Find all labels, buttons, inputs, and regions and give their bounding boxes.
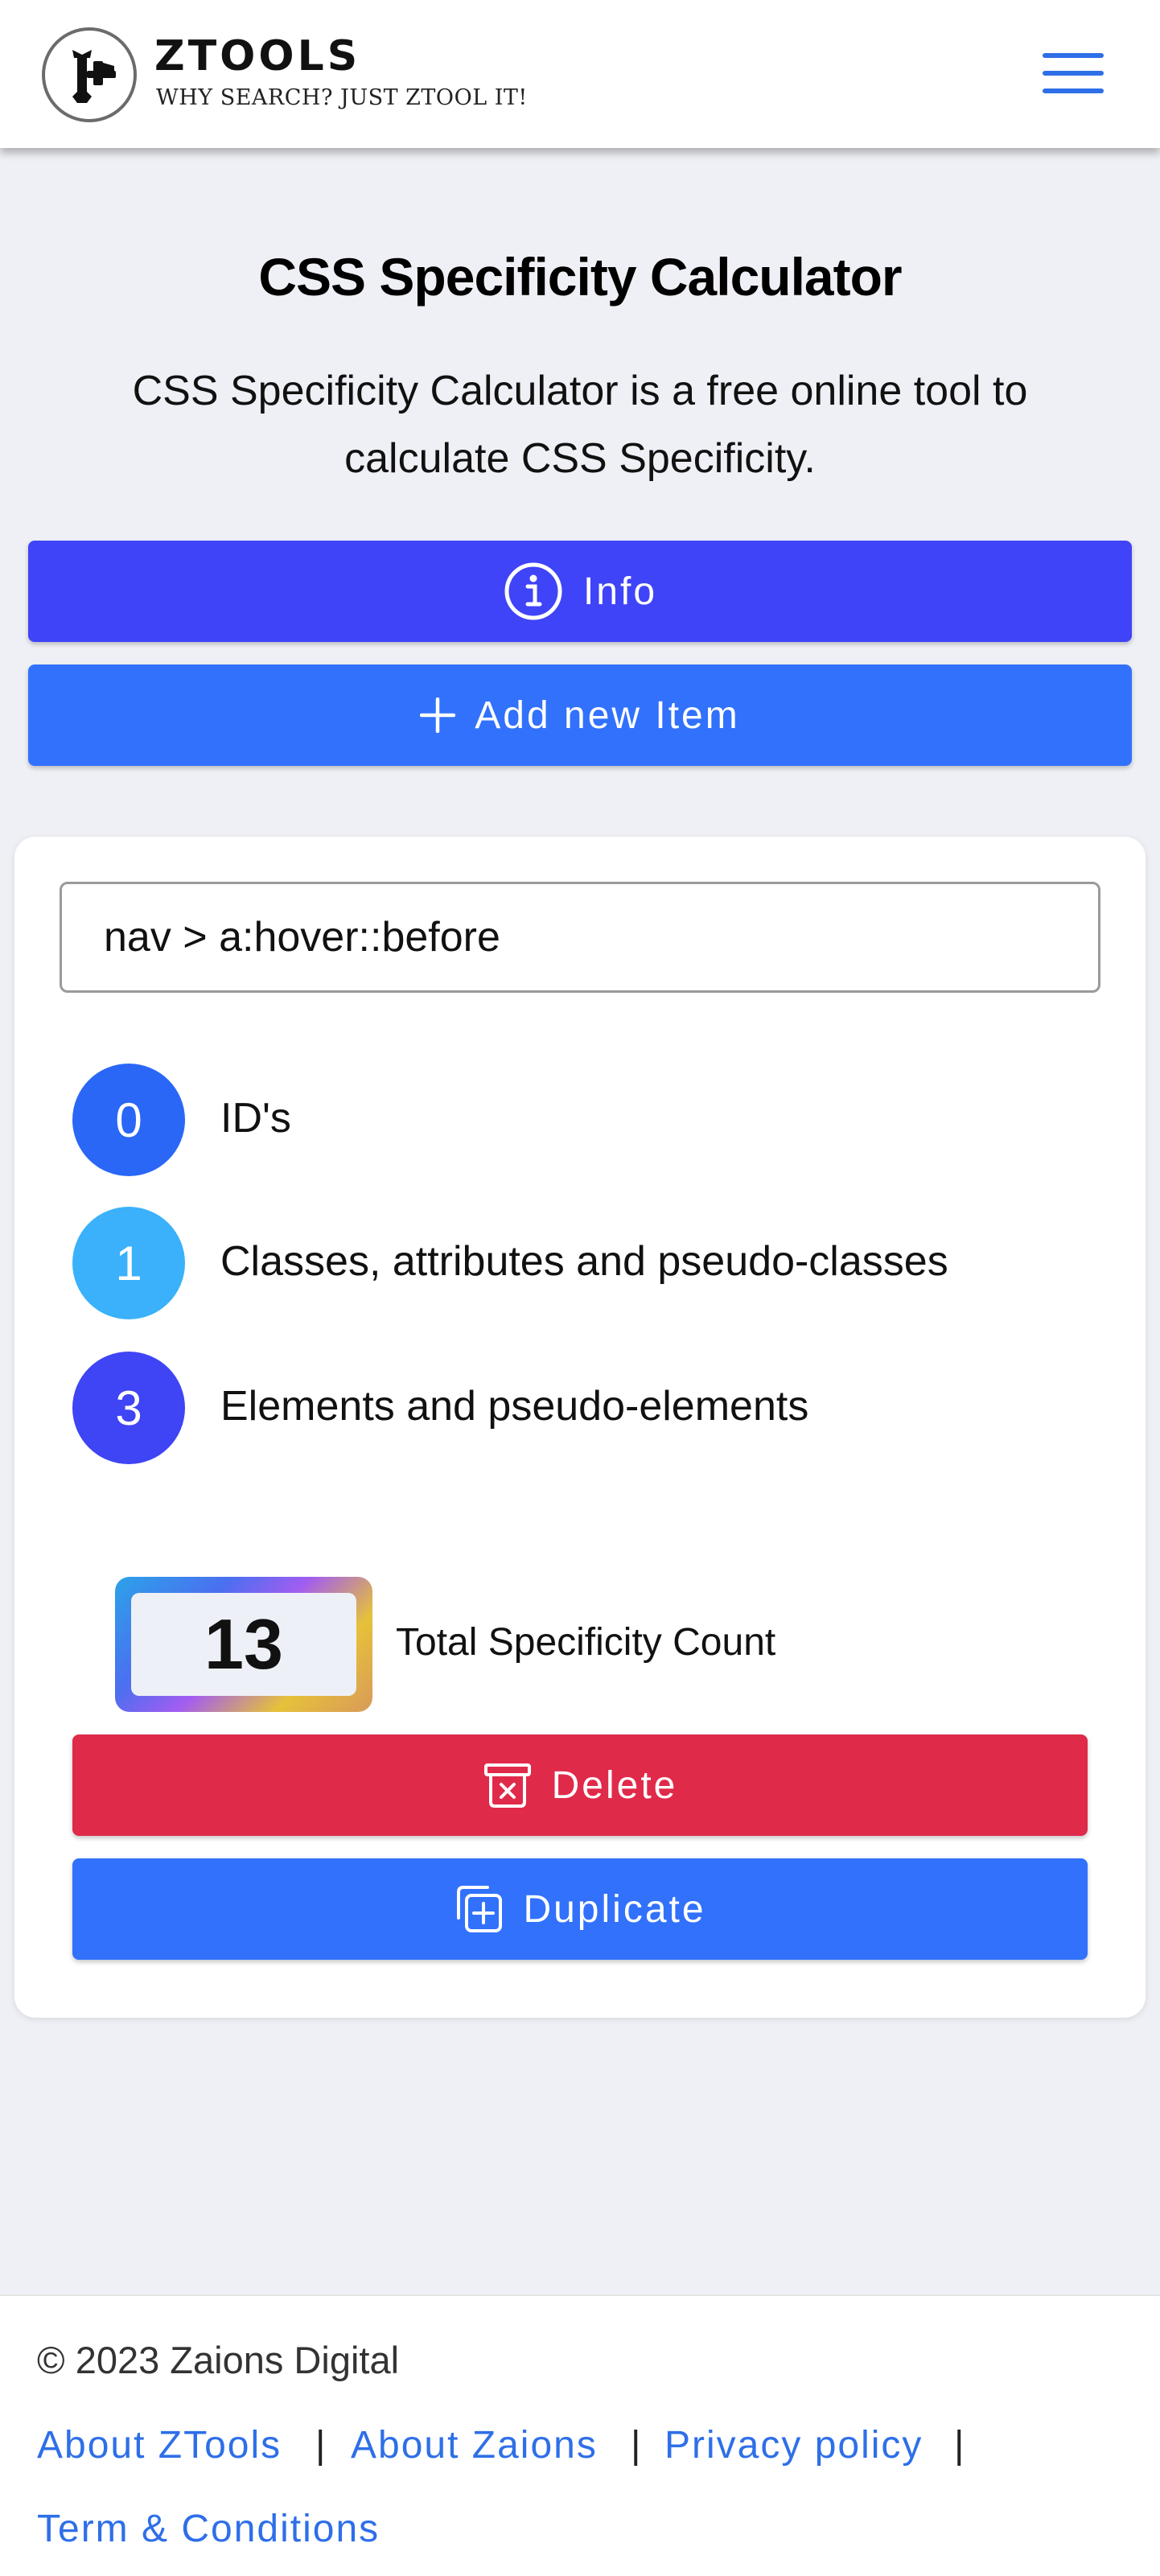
footer-separator: | [954,2424,965,2467]
hammer-wrench-icon [72,50,116,103]
add-new-item-button[interactable]: Add new Item [28,665,1132,766]
total-specificity-label: Total Specificity Count [396,1621,776,1664]
brand-tagline: WHY SEARCH? JUST ZTOOL IT! [156,85,528,110]
total-specificity-box: 13 [115,1577,372,1712]
copy-plus-icon [454,1884,504,1934]
id-count-badge: 0 [72,1064,185,1176]
duplicate-button[interactable]: Duplicate [72,1858,1088,1960]
logo[interactable] [42,27,137,122]
footer-link-privacy-policy[interactable]: Privacy policy [664,2423,923,2467]
footer-link-about-zaions[interactable]: About Zaions [351,2423,598,2467]
total-specificity-value: 13 [131,1593,356,1696]
footer-separator: | [315,2424,326,2467]
footer-link-terms[interactable]: Term & Conditions [37,2507,380,2551]
element-count-badge: 3 [72,1352,185,1464]
info-button[interactable]: Info [28,541,1132,642]
brand-name[interactable]: ZTOOLS [154,32,360,80]
selector-input[interactable] [60,882,1100,993]
duplicate-button-label: Duplicate [523,1887,706,1931]
page-description: CSS Specificity Calculator is a free onl… [132,368,1028,482]
copyright-text: © 2023 Zaions Digital [37,2339,400,2381]
delete-button[interactable]: Delete [72,1734,1088,1836]
specificity-row-ids: 0 ID's [72,1064,1086,1176]
add-new-item-label: Add new Item [475,693,740,737]
delete-button-label: Delete [551,1763,678,1807]
info-circle-icon [503,561,564,622]
class-count-badge: 1 [72,1207,185,1319]
footer-link-about-ztools[interactable]: About ZTools [37,2423,282,2467]
site-header: ZTOOLS WHY SEARCH? JUST ZTOOL IT! [0,0,1160,148]
footer-separator: | [631,2424,641,2467]
element-count-label: Elements and pseudo-elements [220,1383,809,1430]
specificity-row-classes: 1 Classes, attributes and pseudo-classes [72,1207,1086,1319]
class-count-label: Classes, attributes and pseudo-classes [220,1238,948,1285]
plus-icon [420,697,456,733]
id-count-label: ID's [220,1095,291,1142]
hamburger-menu-icon[interactable] [1043,53,1107,95]
page-title: CSS Specificity Calculator [258,247,902,307]
specificity-row-elements: 3 Elements and pseudo-elements [72,1352,1086,1464]
trash-x-icon [483,1760,533,1810]
info-button-label: Info [582,570,658,613]
